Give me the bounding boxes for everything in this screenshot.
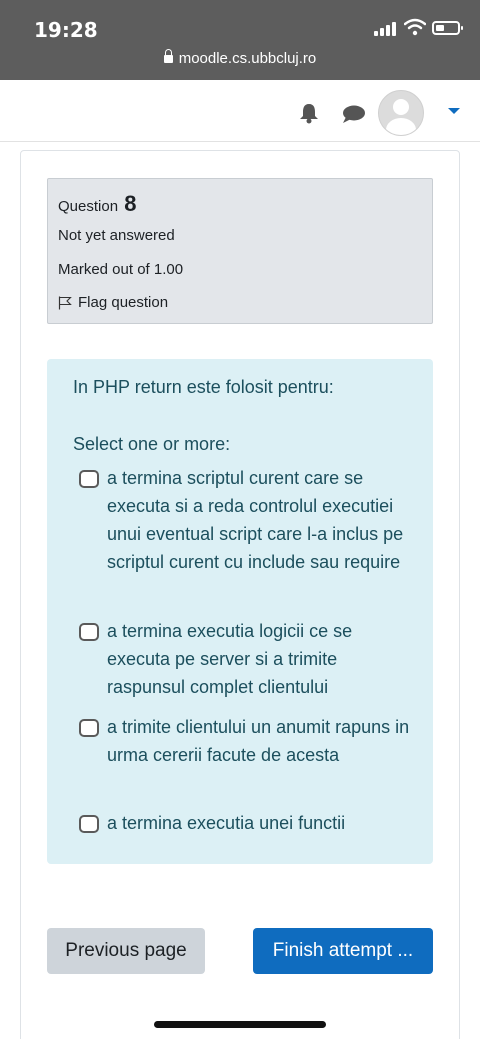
question-content: In PHP return este folosit pentru: Selec… — [47, 359, 433, 864]
question-grade: Marked out of 1.00 — [58, 261, 184, 278]
flag-question-label: Flag question — [78, 294, 169, 311]
wifi-icon — [404, 18, 426, 36]
url-bar[interactable]: moodle.cs.ubbcluj.ro — [0, 49, 480, 67]
previous-page-button[interactable]: Previous page — [47, 928, 205, 974]
answer-label[interactable]: a termina scriptul curent care se execut… — [107, 464, 415, 576]
answer-option[interactable]: a termina executia unei functii — [79, 809, 415, 837]
question-info-panel: Question 8 Not yet answered Marked out o… — [47, 178, 433, 324]
flag-icon — [58, 296, 72, 309]
lock-icon — [163, 49, 173, 63]
answer-checkbox[interactable] — [79, 623, 99, 641]
answer-label[interactable]: a termina executia logicii ce se executa… — [107, 617, 415, 701]
url-text: moodle.cs.ubbcluj.ro — [178, 50, 317, 67]
status-bar: 19:28 moodle.cs.ubbcluj.ro — [0, 0, 480, 80]
answer-checkbox[interactable] — [79, 470, 99, 488]
bell-icon[interactable] — [298, 102, 320, 124]
question-text: In PHP return este folosit pentru: — [73, 377, 334, 397]
moodle-navbar — [0, 80, 480, 142]
answer-label[interactable]: a trimite clientului un anumit rapuns in… — [107, 713, 415, 769]
chat-icon[interactable] — [342, 104, 366, 124]
answer-checkbox[interactable] — [79, 719, 99, 737]
home-indicator — [154, 1021, 326, 1028]
caret-down-icon[interactable] — [448, 108, 460, 114]
answer-prompt: Select one or more: — [73, 434, 231, 454]
battery-icon — [432, 21, 463, 35]
question-label: Question — [58, 198, 119, 215]
flag-question-link[interactable]: Flag question — [58, 294, 168, 311]
status-time: 19:28 — [34, 18, 98, 42]
signal-icon — [374, 22, 398, 36]
answer-option[interactable]: a termina scriptul curent care se execut… — [79, 464, 415, 576]
answer-option[interactable]: a termina executia logicii ce se executa… — [79, 617, 415, 701]
question-number: Question 8 — [58, 191, 136, 217]
question-number-value: 8 — [124, 191, 137, 216]
question-state: Not yet answered — [58, 227, 175, 244]
answer-checkbox[interactable] — [79, 815, 99, 833]
answer-label[interactable]: a termina executia unei functii — [107, 809, 415, 837]
finish-attempt-button[interactable]: Finish attempt ... — [253, 928, 433, 974]
answer-option[interactable]: a trimite clientului un anumit rapuns in… — [79, 713, 415, 769]
avatar[interactable] — [378, 90, 424, 136]
